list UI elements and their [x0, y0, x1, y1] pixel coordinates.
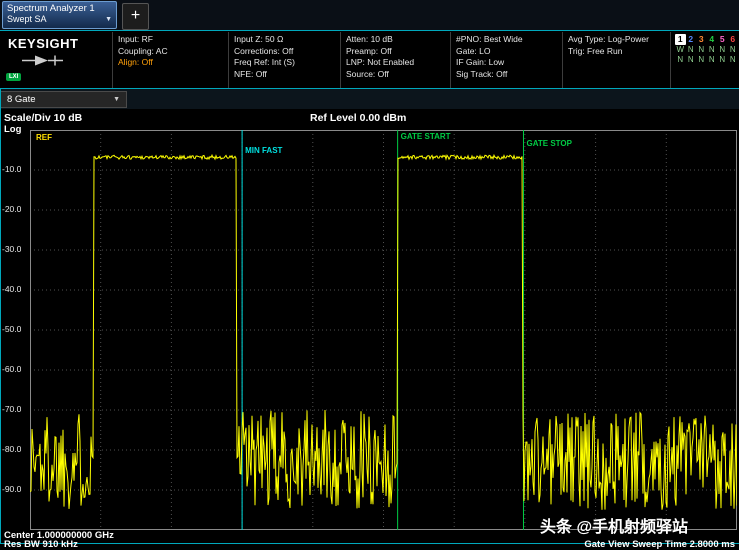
- status-readout: Avg Type: Log-Power: [568, 34, 665, 46]
- trace-2-button[interactable]: 2: [686, 34, 697, 45]
- scale-div-label: Scale/Div 10 dB: [4, 112, 82, 124]
- trace-indicators: 123456WNNNNNNNNNNN: [670, 32, 739, 88]
- view-bar: 8 Gate ▼: [0, 88, 739, 109]
- dropdown-caret-icon: ▼: [113, 92, 120, 107]
- status-readout: Gate: LO: [456, 46, 557, 58]
- status-column: Input Z: 50 ΩCorrections: OffFreq Ref: I…: [228, 32, 340, 88]
- trace-state-letter: W: [675, 45, 686, 56]
- status-readout: NFE: Off: [234, 69, 335, 81]
- y-axis-tick-label: -90.0: [2, 484, 28, 494]
- lxi-badge: LXI: [6, 73, 21, 81]
- status-column: Avg Type: Log-PowerTrig: Free Run: [562, 32, 670, 88]
- trace-state-letter: N: [707, 45, 718, 56]
- gate-view-dropdown[interactable]: 8 Gate ▼: [0, 91, 127, 108]
- status-column: Atten: 10 dBPreamp: OffLNP: Not EnabledS…: [340, 32, 450, 88]
- add-tab-button[interactable]: +: [122, 3, 149, 30]
- keysight-logo: KEYSIGHT: [0, 32, 112, 51]
- trace-1-button[interactable]: 1: [675, 34, 686, 45]
- y-axis-tick-label: -20.0: [2, 204, 28, 214]
- status-readout: Trig: Free Run: [568, 46, 665, 58]
- status-column: Input: RFCoupling: ACAlign: Off: [112, 32, 228, 88]
- tab-subtitle: Swept SA: [7, 14, 47, 25]
- y-axis-tick-label: -70.0: [2, 404, 28, 414]
- tab-title: Spectrum Analyzer 1: [7, 3, 112, 14]
- status-readout: Align: Off: [118, 57, 223, 69]
- status-readout: Sig Track: Off: [456, 69, 557, 81]
- trace-state-letter: N: [675, 55, 686, 66]
- header: KEYSIGHT LXI Input: RFCoupling: ACAlign:…: [0, 32, 739, 88]
- tab-spectrum-analyzer-1[interactable]: Spectrum Analyzer 1 Swept SA ▼: [2, 1, 117, 29]
- status-readout: Input Z: 50 Ω: [234, 34, 335, 46]
- trace-6-button[interactable]: 6: [728, 34, 739, 45]
- y-axis-tick-label: -10.0: [2, 164, 28, 174]
- ref-level-label: Ref Level 0.00 dBm: [310, 112, 406, 124]
- status-readout: Coupling: AC: [118, 46, 223, 58]
- spectrum-canvas: [30, 130, 737, 530]
- log-scale-label: Log: [4, 124, 21, 135]
- y-axis-tick-label: -50.0: [2, 324, 28, 334]
- trace-state-letter: N: [696, 45, 707, 56]
- trace-state-letter: N: [717, 55, 728, 66]
- trace-state-letter: N: [686, 45, 697, 56]
- trace-state-letter: N: [728, 55, 739, 66]
- min-fast-marker-label: MIN FAST: [245, 146, 282, 155]
- sweep-time-label: Gate View Sweep Time 2.8000 ms: [584, 539, 735, 550]
- y-axis-tick-label: -40.0: [2, 284, 28, 294]
- status-readout: Corrections: Off: [234, 46, 335, 58]
- trace-state-letter: N: [696, 55, 707, 66]
- y-axis-tick-label: -60.0: [2, 364, 28, 374]
- status-readout: IF Gain: Low: [456, 57, 557, 69]
- y-axis-tick-label: -30.0: [2, 244, 28, 254]
- trace-state-letter: N: [717, 45, 728, 56]
- divider: [0, 88, 1, 543]
- trace-5-button[interactable]: 5: [717, 34, 728, 45]
- status-readout: Preamp: Off: [346, 46, 445, 58]
- gate-view-label: 8 Gate: [7, 92, 36, 107]
- ref-marker-label: REF: [36, 133, 52, 142]
- measurement-bar: Scale/Div 10 dB Ref Level 0.00 dBm: [0, 109, 739, 128]
- status-readout: Atten: 10 dB: [346, 34, 445, 46]
- status-readout: Source: Off: [346, 69, 445, 81]
- status-readout: Input: RF: [118, 34, 223, 46]
- y-axis-tick-label: -80.0: [2, 444, 28, 454]
- status-readout: #PNO: Best Wide: [456, 34, 557, 46]
- status-column: #PNO: Best WideGate: LOIF Gain: LowSig T…: [450, 32, 562, 88]
- trace-3-button[interactable]: 3: [696, 34, 707, 45]
- spectrum-plot: MIN FAST GATE START GATE STOP REF: [30, 130, 737, 530]
- gate-stop-marker-label: GATE STOP: [526, 139, 572, 148]
- status-readout: LNP: Not Enabled: [346, 57, 445, 69]
- trace-state-letter: N: [707, 55, 718, 66]
- brand-block: KEYSIGHT LXI: [0, 32, 112, 88]
- status-columns: Input: RFCoupling: ACAlign: OffInput Z: …: [112, 32, 670, 88]
- tab-bar: Spectrum Analyzer 1 Swept SA ▼ +: [0, 0, 739, 31]
- trace-1-line: [30, 155, 737, 510]
- spectrum-analyzer-screen: { "window": { "tab_title_line1": "Spectr…: [0, 0, 739, 546]
- trace-state-letter: N: [728, 45, 739, 56]
- trace-state-letter: N: [686, 55, 697, 66]
- res-bw-label: Res BW 910 kHz: [4, 539, 78, 550]
- trace-4-button[interactable]: 4: [707, 34, 718, 45]
- gate-start-marker-label: GATE START: [401, 132, 451, 141]
- watermark: 头条 @手机射频驿站: [540, 513, 688, 537]
- rf-attenuator-icon: [22, 53, 66, 68]
- status-readout: Freq Ref: Int (S): [234, 57, 335, 69]
- chevron-down-icon: ▼: [105, 14, 112, 25]
